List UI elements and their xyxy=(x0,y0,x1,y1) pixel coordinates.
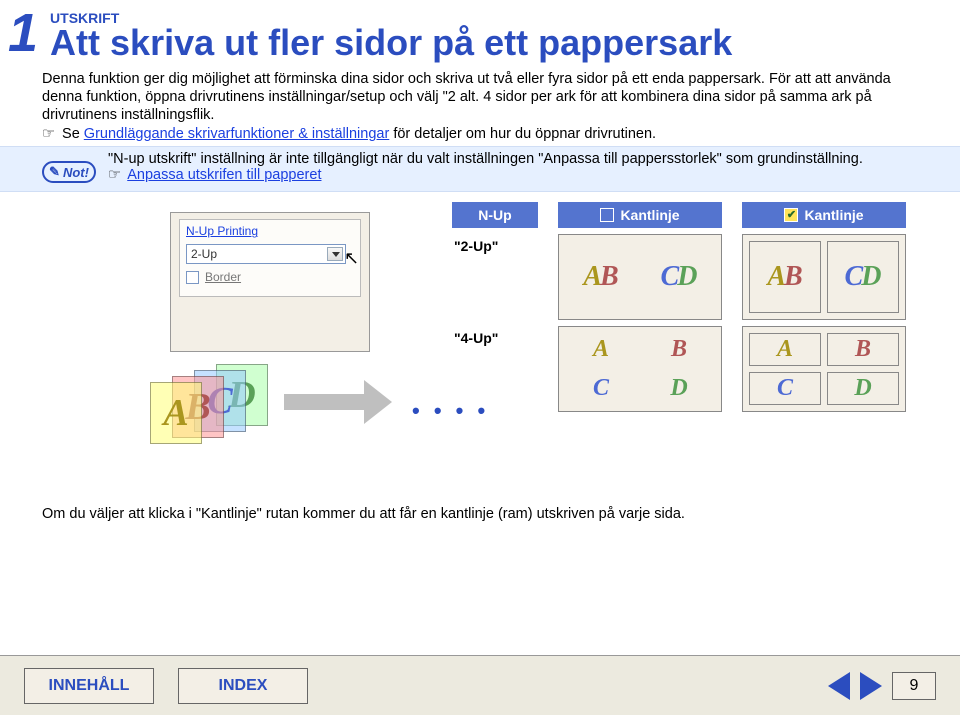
bottom-bar: INNEHÅLL INDEX 9 xyxy=(0,655,960,715)
chevron-down-icon xyxy=(327,247,343,261)
half-cd: CD xyxy=(643,241,715,313)
half-cd: CD xyxy=(827,241,899,313)
hand-icon xyxy=(108,167,124,183)
half-ab: AB xyxy=(749,241,821,313)
col-border-on: Kantlinje xyxy=(742,202,906,228)
row-2up-label: "2-Up" xyxy=(452,234,538,320)
see-post: för detaljer om hur du öppnar drivrutine… xyxy=(393,126,656,142)
arrow-icon xyxy=(284,380,404,424)
col2-label: Kantlinje xyxy=(620,207,679,223)
note-link[interactable]: Anpassa utskrifen till papperet xyxy=(127,167,321,183)
border-label: Border xyxy=(205,270,241,284)
note-line1: "N-up utskrift" inställning är inte till… xyxy=(108,151,918,167)
contents-button[interactable]: INNEHÅLL xyxy=(24,668,154,704)
see-pre: Se xyxy=(62,126,84,142)
see-row: Se Grundläggande skrivarfunktioner & ins… xyxy=(0,124,960,142)
nup-select-value: 2-Up xyxy=(191,247,217,261)
page-controls: 9 xyxy=(828,672,936,700)
results-header: N-Up Kantlinje Kantlinje xyxy=(452,202,932,228)
page-number: 9 xyxy=(892,672,936,700)
intro-paragraph: Denna funktion ger dig möjlighet att för… xyxy=(0,64,960,124)
header: 1 UTSKRIFT Att skriva ut fler sidor på e… xyxy=(0,0,960,64)
row-4up: "4-Up" A B C D A B C D xyxy=(452,326,932,412)
nup-group: N-Up Printing 2-Up Border xyxy=(179,219,361,297)
checkbox-on-icon xyxy=(784,208,798,222)
footer-note: Om du väljer att klicka i "Kantlinje" ru… xyxy=(0,502,960,522)
sheet-4up-border: A B C D xyxy=(742,326,906,412)
prev-page-button[interactable] xyxy=(828,672,850,700)
note-body: "N-up utskrift" inställning är inte till… xyxy=(108,151,918,183)
checkbox-off-icon xyxy=(600,208,614,222)
row-4up-label: "4-Up" xyxy=(452,326,538,412)
row-2up: "2-Up" AB CD AB CD xyxy=(452,234,932,320)
half-ab: AB xyxy=(565,241,637,313)
next-page-button[interactable] xyxy=(860,672,882,700)
page-title: Att skriva ut fler sidor på ett pappersa… xyxy=(50,22,960,64)
page-a: A xyxy=(150,382,202,444)
title-block: UTSKRIFT Att skriva ut fler sidor på ett… xyxy=(50,6,960,64)
diagram: N-Up Printing 2-Up Border ↖ A B C D • • … xyxy=(0,202,960,502)
see-link[interactable]: Grundläggande skrivarfunktioner & instäl… xyxy=(84,126,389,142)
note-badge: Not! xyxy=(42,161,96,183)
print-settings-panel: N-Up Printing 2-Up Border xyxy=(170,212,370,352)
col-nup: N-Up xyxy=(452,202,538,228)
hand-icon xyxy=(42,126,58,142)
section-number: 1 xyxy=(8,6,38,60)
border-checkbox-row: Border xyxy=(186,270,241,284)
col3-label: Kantlinje xyxy=(804,207,863,223)
source-pages: A B C D xyxy=(150,362,280,452)
col-border-off: Kantlinje xyxy=(558,202,722,228)
note-box: Not! "N-up utskrift" inställning är inte… xyxy=(0,146,960,192)
nup-select[interactable]: 2-Up xyxy=(186,244,346,264)
index-button[interactable]: INDEX xyxy=(178,668,308,704)
border-checkbox[interactable] xyxy=(186,271,199,284)
sheet-4up-plain: A B C D xyxy=(558,326,722,412)
results-grid: N-Up Kantlinje Kantlinje "2-Up" AB CD AB… xyxy=(452,202,932,412)
group-label: N-Up Printing xyxy=(186,224,258,238)
sheet-2up-plain: AB CD xyxy=(558,234,722,320)
sheet-2up-border: AB CD xyxy=(742,234,906,320)
